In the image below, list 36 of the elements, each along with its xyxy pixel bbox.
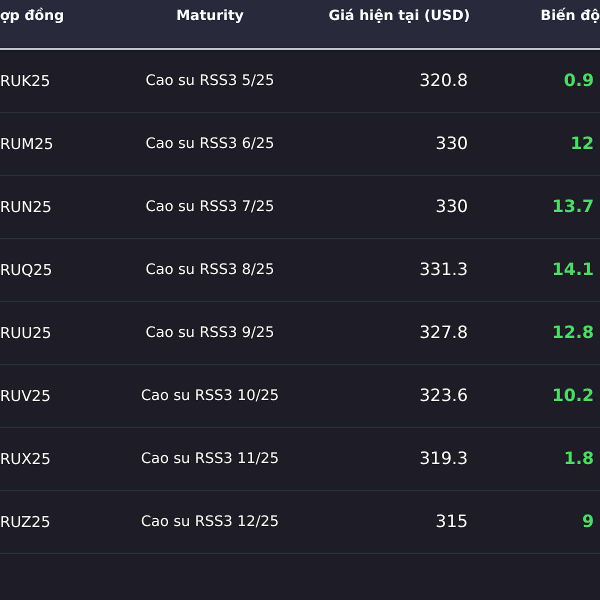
- column-header: ợp đồng: [0, 6, 66, 24]
- maturity-cell-text: Cao su RSS3 5/25: [144, 73, 276, 89]
- contract-code: RUV25: [0, 387, 52, 405]
- price-cell-text: 319.3: [418, 449, 469, 469]
- change-cell-text: 14.1: [551, 260, 595, 280]
- column-header: Biến độ: [540, 6, 600, 24]
- change-cell-text: 12: [569, 134, 595, 154]
- contract-code: RUK25: [0, 72, 52, 90]
- change-cell-text: 0.9: [562, 71, 595, 91]
- contract-code: RUU25: [0, 324, 52, 342]
- column-header: Giá hiện tại (USD): [328, 7, 470, 24]
- price-cell-text: 330: [434, 197, 469, 217]
- contract-code: RUM25: [0, 135, 54, 153]
- change-cell-text: 12.8: [551, 323, 595, 343]
- contract-code: RUZ25: [0, 513, 52, 531]
- maturity-cell-text: Cao su RSS3 6/25: [144, 136, 276, 152]
- price-cell-text: 327.8: [418, 323, 469, 343]
- price-cell-text: 330: [434, 134, 469, 154]
- price-cell-text: 331.3: [418, 260, 469, 280]
- column-header: Maturity: [175, 7, 245, 24]
- change-cell-text: 9: [581, 512, 595, 532]
- maturity-cell-text: Cao su RSS3 12/25: [140, 514, 280, 530]
- price-cell-text: 323.6: [418, 386, 469, 406]
- maturity-cell-text: Cao su RSS3 11/25: [140, 451, 280, 467]
- contract-code: RUQ25: [0, 261, 54, 279]
- change-cell-text: 10.2: [551, 386, 595, 406]
- contract-code: RUX25: [0, 450, 52, 468]
- maturity-cell-text: Cao su RSS3 8/25: [144, 262, 276, 278]
- price-cell-text: 315: [434, 512, 469, 532]
- maturity-cell-text: Cao su RSS3 7/25: [144, 199, 276, 215]
- change-cell-text: 13.7: [551, 197, 595, 217]
- price-cell-text: 320.8: [418, 71, 469, 91]
- maturity-cell-text: Cao su RSS3 9/25: [144, 325, 276, 341]
- maturity-cell-text: Cao su RSS3 10/25: [140, 388, 280, 404]
- change-cell-text: 1.8: [562, 449, 595, 469]
- contract-code: RUN25: [0, 198, 53, 216]
